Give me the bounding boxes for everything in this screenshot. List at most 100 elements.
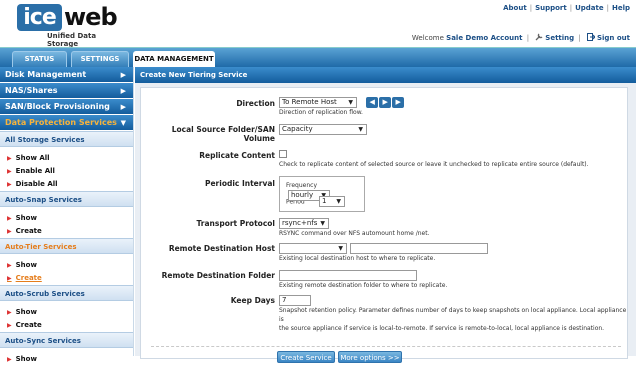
bullet-arrow-icon: ▶ [7, 155, 12, 162]
section-auto-scrub: Auto-Scrub Services [0, 285, 133, 301]
sidebar-nas-shares[interactable]: NAS/Shares ▶ [0, 83, 133, 99]
sidebar-data-protection[interactable]: Data Protection Services ▼ [0, 115, 133, 131]
logo-ice-text: ice [17, 4, 62, 31]
sidebar-sync-show[interactable]: ▶ Show [0, 353, 133, 366]
divider [151, 346, 621, 347]
setting-link[interactable]: Setting [545, 34, 574, 42]
sidebar-disable-all[interactable]: ▶ Disable All [0, 178, 133, 191]
source-select[interactable]: Capacity ▼ [279, 124, 367, 135]
section-auto-tier: Auto-Tier Services [0, 238, 133, 254]
chevron-down-icon: ▼ [336, 198, 341, 205]
bullet-arrow-icon: ▶ [7, 228, 12, 235]
frequency-value: hourly [291, 191, 314, 199]
item-label: Show [15, 355, 37, 363]
main-content: Create New Tiering Service Direction To … [135, 67, 636, 363]
caret-right-icon: ▶ [120, 71, 126, 79]
remote-host-input[interactable] [350, 243, 489, 254]
sidebar-enable-all[interactable]: ▶ Enable All [0, 165, 133, 178]
update-link[interactable]: Update [575, 4, 604, 12]
keep-days-label: Keep Days [230, 296, 275, 305]
direction-label: Direction [236, 99, 275, 108]
section-all-storage: All Storage Services [0, 131, 133, 147]
signout-icon [586, 33, 595, 41]
more-options-button[interactable]: More options >> [338, 351, 402, 363]
item-label: Enable All [15, 167, 55, 175]
item-label: Create [15, 227, 42, 235]
next-icon[interactable]: ▶ [379, 97, 392, 108]
replicate-hint: Check to replicate content of selected s… [279, 161, 589, 168]
keep-days-hint-1: Snapshot retention policy. Parameter def… [279, 307, 627, 323]
signout-link[interactable]: Sign out [597, 34, 630, 42]
sidebar-tier-show[interactable]: ▶ Show [0, 259, 133, 272]
direction-select[interactable]: To Remote Host ▼ [279, 97, 357, 108]
sidebar-accordion-label: Disk Management [5, 70, 87, 79]
help-link[interactable]: Help [612, 4, 630, 12]
remote-host-hint: Existing local destination host to where… [279, 255, 436, 262]
periodic-fieldset: Frequency hourly▼ Period 1▼ [279, 176, 365, 212]
keep-days-input[interactable]: 7 [279, 295, 311, 306]
logo-tagline: Unified Data Storage [47, 32, 97, 48]
bullet-arrow-icon: ▶ [7, 356, 12, 363]
account-name[interactable]: Sale Demo Account [446, 34, 522, 42]
item-label: Show [15, 214, 37, 222]
last-icon[interactable]: ▶ [392, 97, 405, 108]
period-value: 1 [321, 197, 327, 205]
top-links: About | Support | Update | Help [503, 4, 630, 12]
welcome-text: Welcome [411, 34, 444, 42]
chevron-down-icon: ▼ [338, 245, 343, 252]
transport-label: Transport Protocol [196, 219, 275, 228]
remote-folder-label: Remote Destination Folder [161, 271, 275, 280]
item-label: Show [15, 261, 37, 269]
item-label: Show [15, 308, 37, 316]
tab-status[interactable]: STATUS [12, 51, 67, 68]
replicate-checkbox[interactable] [279, 150, 287, 158]
remote-host-label: Remote Destination Host [168, 244, 275, 253]
item-label: Create [15, 321, 42, 329]
section-auto-snap: Auto-Snap Services [0, 191, 133, 207]
support-link[interactable]: Support [535, 4, 567, 12]
chevron-down-icon: ▼ [348, 99, 353, 106]
logo-web-text: web [64, 3, 118, 31]
create-service-button[interactable]: Create Service [277, 351, 335, 363]
sidebar-san-block[interactable]: SAN/Block Provisioning ▶ [0, 99, 133, 115]
period-select[interactable]: 1 ▼ [318, 196, 345, 207]
bullet-arrow-icon: ▶ [7, 181, 12, 188]
tab-settings[interactable]: SETTINGS [71, 51, 129, 68]
wrench-icon [535, 33, 543, 41]
source-label: Local Source Folder/SAN Volume [171, 125, 275, 143]
transport-select[interactable]: rsync+nfs ▼ [279, 218, 329, 229]
periodic-label: Periodic Interval [204, 179, 275, 188]
remote-host-select[interactable]: ▼ [279, 243, 347, 254]
sidebar-snap-show[interactable]: ▶ Show [0, 212, 133, 225]
remote-folder-input[interactable] [279, 270, 417, 281]
chevron-down-icon: ▼ [320, 220, 325, 227]
sidebar-scrub-create[interactable]: ▶ Create [0, 319, 133, 332]
transport-hint: RSYNC command over NFS automount home /n… [279, 230, 430, 237]
sidebar-accordion-label: NAS/Shares [5, 86, 58, 95]
sidebar-accordion-label: Data Protection Services [5, 118, 117, 127]
bullet-arrow-icon: ▶ [7, 309, 12, 316]
bullet-arrow-icon: ▶ [7, 275, 12, 282]
bullet-arrow-icon: ▶ [7, 168, 12, 175]
tab-data-management[interactable]: DATA MANAGEMENT [133, 51, 215, 68]
sidebar: Disk Management ▶ NAS/Shares ▶ SAN/Block P… [0, 67, 134, 363]
header: ice web Unified Data Storage About | Suppo… [0, 0, 636, 48]
item-label: Disable All [15, 180, 58, 188]
sidebar-accordion-label: SAN/Block Provisioning [5, 102, 110, 111]
sidebar-scrub-show[interactable]: ▶ Show [0, 306, 133, 319]
item-label: Create [15, 274, 42, 282]
frequency-label: Frequency [286, 182, 317, 189]
caret-down-icon: ▼ [120, 119, 126, 127]
about-link[interactable]: About [503, 4, 527, 12]
sidebar-snap-create[interactable]: ▶ Create [0, 225, 133, 238]
iceweb-logo[interactable]: ice web Unified Data Storage [17, 3, 118, 48]
bullet-arrow-icon: ▶ [7, 322, 12, 329]
welcome-bar: Welcome Sale Demo Account | Setting | Si… [411, 33, 630, 42]
first-icon[interactable]: ◀ [366, 97, 379, 108]
sidebar-disk-management[interactable]: Disk Management ▶ [0, 67, 133, 83]
sidebar-tier-create[interactable]: ▶ Create [0, 272, 133, 285]
keep-days-hint-2: the source appliance if service is local… [279, 325, 605, 332]
replicate-label: Replicate Content [199, 151, 275, 160]
caret-right-icon: ▶ [120, 87, 126, 95]
sidebar-show-all[interactable]: ▶ Show All [0, 152, 133, 165]
